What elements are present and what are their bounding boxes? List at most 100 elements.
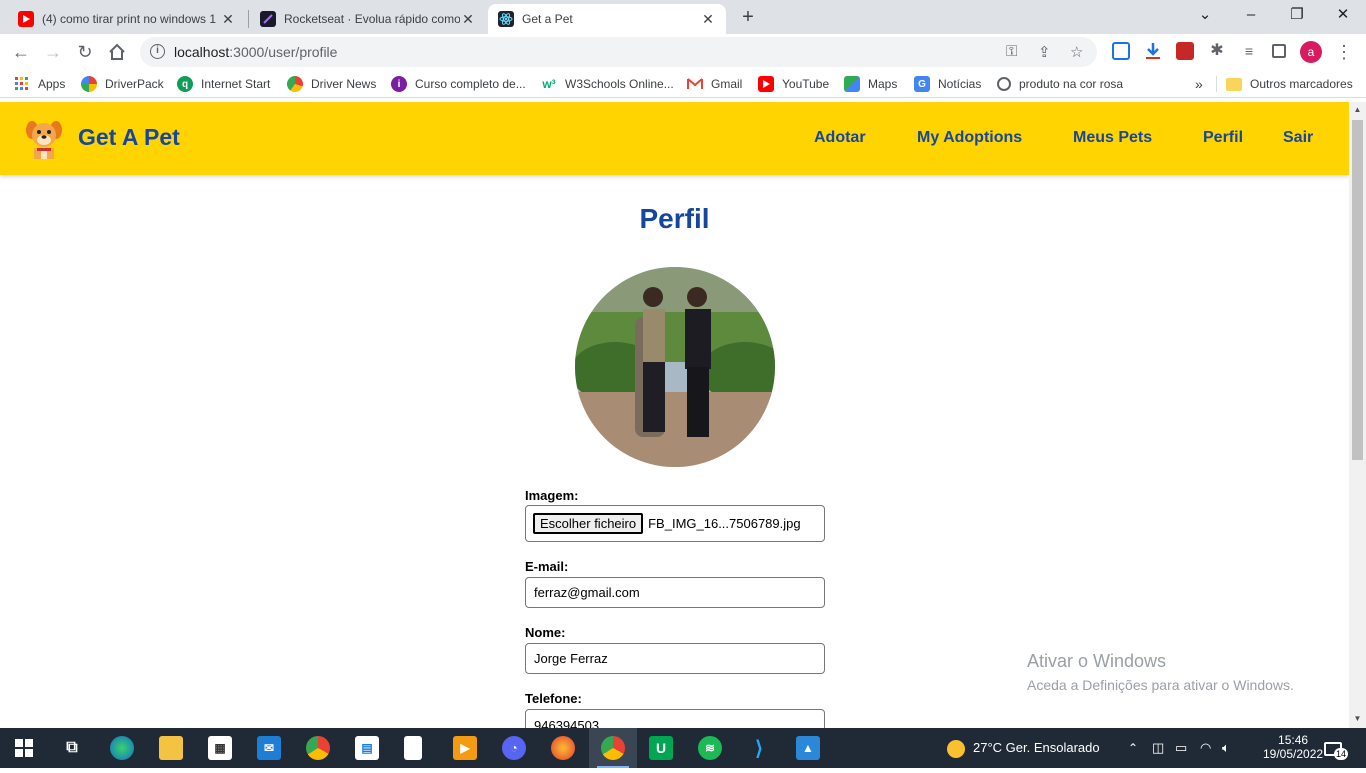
restore-button[interactable]: ❐: [1274, 0, 1320, 32]
profile-avatar[interactable]: a: [1300, 41, 1322, 63]
notepad-icon[interactable]: [404, 736, 422, 760]
chrome-icon[interactable]: [306, 736, 330, 760]
close-icon[interactable]: ✕: [700, 11, 716, 28]
wifi-icon[interactable]: ◠: [1200, 728, 1211, 768]
image-label: Imagem:: [525, 488, 579, 503]
media-control-icon[interactable]: ≡: [1240, 42, 1258, 60]
weather-text: 27°C Ger. Ensolarado: [973, 740, 1100, 755]
menu-icon[interactable]: ⋮: [1332, 40, 1356, 64]
news-app-icon[interactable]: ▤: [355, 736, 379, 760]
minimize-button[interactable]: –: [1228, 0, 1274, 32]
bookmark-divider: [1216, 75, 1217, 93]
brand-name[interactable]: Get A Pet: [78, 124, 180, 151]
scroll-up-icon[interactable]: ▲: [1349, 105, 1366, 114]
tab-rocketseat[interactable]: Rocketseat · Evolua rápido como ✕: [250, 4, 486, 34]
file-name: FB_IMG_16...7506789.jpg: [648, 516, 801, 531]
translate-extension-icon[interactable]: [1112, 42, 1130, 60]
back-icon[interactable]: ←: [9, 40, 33, 64]
windows-start-icon[interactable]: [12, 736, 36, 760]
weather-widget[interactable]: 27°C Ger. Ensolarado: [947, 728, 1100, 768]
image-file-input[interactable]: Escolher ficheiro FB_IMG_16...7506789.jp…: [525, 505, 825, 542]
discord-icon[interactable]: ◔: [502, 736, 526, 760]
bookmark-youtube[interactable]: YouTube: [758, 75, 829, 93]
name-field[interactable]: Jorge Ferraz: [525, 643, 825, 674]
photos-icon[interactable]: ▲: [796, 736, 820, 760]
vscode-icon[interactable]: ⟩: [747, 736, 771, 760]
clock[interactable]: 15:46 19/05/2022: [1263, 733, 1323, 773]
edge-icon[interactable]: [110, 736, 134, 760]
battery-icon[interactable]: ▭: [1175, 728, 1187, 768]
tab-search-icon[interactable]: ⌄: [1182, 0, 1228, 32]
mail-icon[interactable]: ✉: [257, 736, 281, 760]
bookmark-noticias[interactable]: G Notícias: [914, 75, 981, 93]
weather-sun-icon: [947, 739, 965, 758]
download-icon[interactable]: [1144, 42, 1162, 60]
bookmark-curso[interactable]: i Curso completo de...: [391, 75, 526, 93]
new-tab-button[interactable]: +: [737, 6, 759, 28]
nav-link-my-adoptions[interactable]: My Adoptions: [917, 129, 1022, 147]
internet-start-icon: q: [177, 76, 193, 92]
firefox-icon[interactable]: [551, 736, 575, 760]
nav-link-meus-pets[interactable]: Meus Pets: [1073, 129, 1152, 147]
forward-icon[interactable]: →: [41, 40, 65, 64]
bookmark-gmail[interactable]: Gmail: [687, 75, 742, 93]
tab-get-a-pet[interactable]: Get a Pet ✕: [488, 4, 726, 34]
volume-icon[interactable]: 🔈︎: [1222, 728, 1230, 768]
bookmark-label: produto na cor rosa: [1019, 77, 1124, 91]
star-icon[interactable]: ☆: [1070, 43, 1083, 61]
bookmark-driverpack[interactable]: DriverPack: [81, 75, 164, 93]
site-info-icon[interactable]: i: [150, 44, 165, 59]
apps-grid-icon: [14, 76, 30, 92]
bookmark-internet-start[interactable]: q Internet Start: [177, 75, 270, 93]
spotify-icon[interactable]: ≋: [698, 736, 722, 760]
media-player-icon[interactable]: ▶: [453, 736, 477, 760]
bookmark-produto[interactable]: produto na cor rosa: [997, 75, 1123, 93]
side-panel-icon[interactable]: [1272, 44, 1286, 58]
store-icon[interactable]: ▦: [208, 736, 232, 760]
phone-field[interactable]: 946394503: [525, 709, 825, 728]
bookmark-driver-news[interactable]: Driver News: [287, 75, 376, 93]
scroll-down-icon[interactable]: ▼: [1349, 714, 1366, 723]
meet-icon[interactable]: ◫: [1152, 728, 1164, 768]
youtube-icon: [758, 76, 774, 92]
extensions-icon[interactable]: ✱: [1208, 42, 1226, 60]
chrome-profile-icon[interactable]: [601, 736, 625, 760]
bookmark-maps[interactable]: Maps: [844, 75, 897, 93]
tab-youtube[interactable]: (4) como tirar print no windows 1 ✕: [8, 4, 246, 34]
scroll-thumb[interactable]: [1352, 120, 1363, 460]
nav-link-sair[interactable]: Sair: [1283, 129, 1313, 147]
share-icon[interactable]: ⇪: [1038, 43, 1051, 61]
dog-logo-icon[interactable]: [24, 118, 64, 160]
utorrent-icon[interactable]: U: [649, 736, 673, 760]
media-extension-icon[interactable]: [1176, 42, 1194, 60]
other-bookmarks-folder[interactable]: Outros marcadores: [1226, 75, 1353, 93]
clock-time: 15:46: [1278, 733, 1309, 747]
page-title: Perfil: [639, 203, 710, 234]
task-view-icon[interactable]: ⧉: [60, 736, 84, 760]
nav-link-adotar[interactable]: Adotar: [814, 129, 866, 147]
more-bookmarks-icon[interactable]: »: [1195, 75, 1203, 93]
bookmark-label: Driver News: [311, 77, 377, 91]
activation-watermark-text: Aceda a Definições para ativar o Windows…: [1027, 677, 1294, 693]
url-text[interactable]: localhost:3000/user/profile: [174, 44, 337, 60]
page-viewport: Get A Pet Adotar My Adoptions Meus Pets …: [0, 102, 1349, 728]
choose-file-button[interactable]: Escolher ficheiro: [533, 513, 644, 534]
browser-toolbar: ← → ↻ i localhost:3000/user/profile ⚿ ⇪ …: [0, 34, 1366, 70]
key-icon[interactable]: ⚿: [1006, 43, 1017, 60]
close-window-button[interactable]: ✕: [1320, 0, 1366, 32]
reload-icon[interactable]: ↻: [73, 40, 97, 64]
page-scrollbar[interactable]: ▲ ▼: [1349, 102, 1366, 728]
close-icon[interactable]: ✕: [460, 11, 476, 28]
notification-center-icon[interactable]: 14: [1324, 728, 1349, 768]
home-icon[interactable]: [105, 40, 129, 64]
activation-watermark-title: Ativar o Windows: [1027, 651, 1167, 671]
nav-link-perfil[interactable]: Perfil: [1203, 129, 1243, 147]
close-icon[interactable]: ✕: [220, 11, 236, 28]
address-bar[interactable]: i localhost:3000/user/profile ⚿ ⇪ ☆: [140, 37, 1097, 67]
file-explorer-icon[interactable]: [159, 736, 183, 760]
show-hidden-icons[interactable]: ⌃: [1128, 728, 1138, 768]
bookmark-apps[interactable]: Apps: [14, 75, 65, 93]
bookmarks-bar: Apps DriverPack q Internet Start Driver N…: [0, 70, 1366, 98]
email-field[interactable]: ferraz@gmail.com: [525, 577, 825, 608]
bookmark-w3schools[interactable]: w³ W3Schools Online...: [541, 75, 673, 93]
